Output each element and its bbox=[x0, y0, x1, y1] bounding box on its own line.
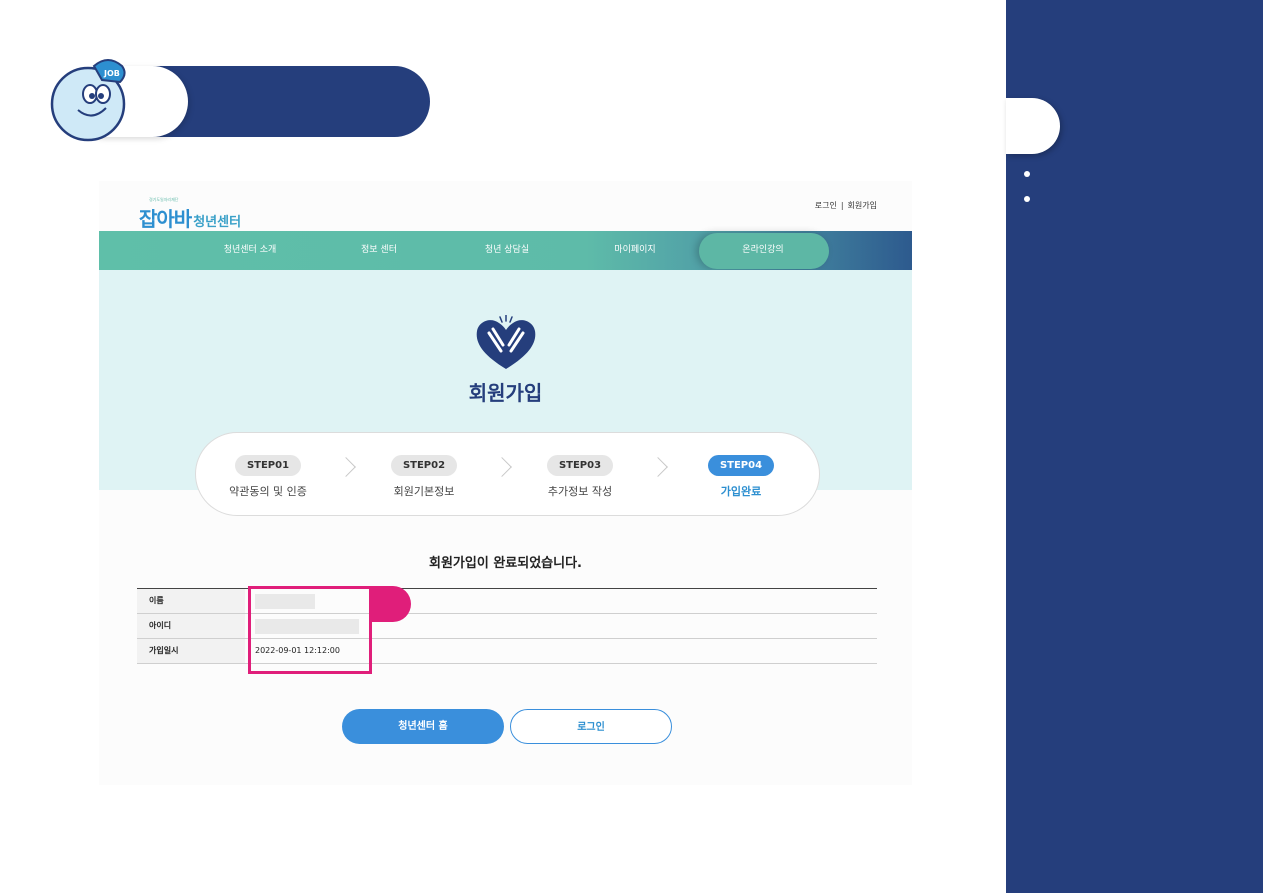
step-label: 추가정보 작성 bbox=[547, 485, 613, 498]
step-badge: STEP03 bbox=[546, 455, 614, 476]
login-link[interactable]: 로그인 bbox=[815, 201, 837, 210]
link-separator: | bbox=[840, 201, 844, 210]
row-label: 이름 bbox=[137, 589, 245, 613]
chevron-right-icon bbox=[648, 457, 668, 477]
signup-link[interactable]: 회원가입 bbox=[848, 201, 877, 210]
highlight-tab bbox=[369, 586, 411, 622]
main-nav: 청년센터 소개 정보 센터 청년 상담실 마이페이지 온라인강의 bbox=[99, 231, 912, 270]
row-label: 가입일시 bbox=[137, 639, 245, 663]
completion-message: 회원가입이 완료되었습니다. bbox=[429, 556, 582, 571]
signup-steps: STEP01 약관동의 및 인증 STEP02 회원기본정보 STEP03 추가… bbox=[195, 432, 820, 516]
logo-tagline: 경기도일자리재단 bbox=[149, 197, 179, 202]
svg-text:JOB: JOB bbox=[103, 69, 120, 78]
youth-center-home-button[interactable]: 청년센터 홈 bbox=[342, 709, 504, 744]
bullet-icon bbox=[1024, 196, 1030, 202]
site-logo[interactable]: 경기도일자리재단 잡아바 청년센터 bbox=[139, 197, 241, 232]
step-label: 회원기본정보 bbox=[393, 485, 455, 498]
logo-sub: 청년센터 bbox=[193, 215, 242, 230]
page-title: 회원가입 bbox=[468, 381, 543, 405]
nav-item-info[interactable]: 정보 센터 bbox=[324, 231, 434, 270]
chevron-right-icon bbox=[492, 457, 512, 477]
sidebar-tab bbox=[1006, 98, 1060, 154]
step-1: STEP01 약관동의 및 인증 bbox=[203, 453, 333, 499]
logo-brand: 잡아바 bbox=[139, 207, 192, 231]
top-links: 로그인 | 회원가입 bbox=[815, 200, 877, 211]
nav-item-counsel[interactable]: 청년 상담실 bbox=[452, 231, 562, 270]
step-label: 약관동의 및 인증 bbox=[229, 485, 307, 498]
chevron-right-icon bbox=[336, 457, 356, 477]
step-label-active: 가입완료 bbox=[720, 485, 762, 498]
highlight-box bbox=[248, 586, 372, 674]
nav-item-intro[interactable]: 청년센터 소개 bbox=[195, 231, 305, 270]
step-3: STEP03 추가정보 작성 bbox=[515, 453, 645, 499]
login-button[interactable]: 로그인 bbox=[510, 709, 672, 744]
step-badge: STEP02 bbox=[390, 455, 458, 476]
step-badge-active: STEP04 bbox=[707, 455, 775, 476]
step-4: STEP04 가입완료 bbox=[676, 453, 806, 499]
job-mascot-icon: JOB bbox=[50, 59, 126, 142]
step-2: STEP02 회원기본정보 bbox=[359, 453, 489, 499]
step-badge: STEP01 bbox=[234, 455, 302, 476]
sidebar-bullets bbox=[1024, 171, 1030, 221]
bullet-icon bbox=[1024, 171, 1030, 177]
signup-complete-screenshot: 경기도일자리재단 잡아바 청년센터 로그인 | 회원가입 청년센터 소개 정보 센터 … bbox=[99, 181, 912, 785]
clapping-hands-heart-icon bbox=[476, 315, 536, 369]
nav-item-mypage[interactable]: 마이페이지 bbox=[580, 231, 690, 270]
row-label: 아이디 bbox=[137, 614, 245, 638]
nav-item-online-lecture[interactable]: 온라인강의 bbox=[708, 231, 818, 270]
slide-canvas: JOB 경기도일자리재단 잡아바 청년센터 로그인 | 회원가입 청년센터 소개 정보… bbox=[0, 0, 1263, 893]
